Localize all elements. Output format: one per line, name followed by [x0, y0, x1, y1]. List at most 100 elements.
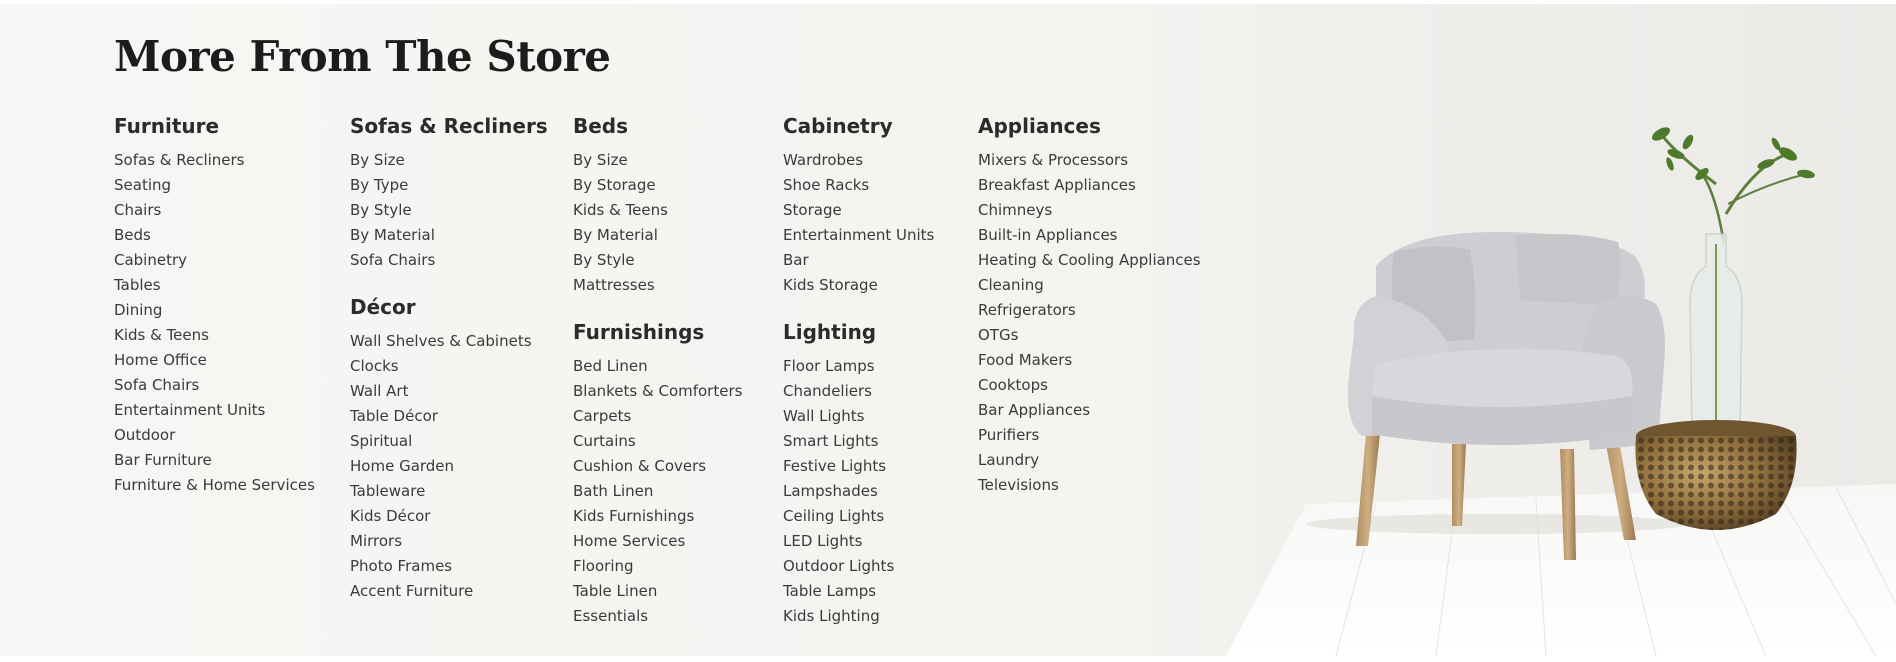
link-item[interactable]: Ceiling Lights — [783, 504, 934, 529]
link-item[interactable]: Kids Storage — [783, 273, 934, 298]
link-list: Bed Linen Blankets & Comforters Carpets … — [573, 354, 742, 629]
link-item[interactable]: Entertainment Units — [783, 223, 934, 248]
link-item[interactable]: By Style — [573, 248, 742, 273]
link-item[interactable]: Sofa Chairs — [350, 248, 548, 273]
link-item[interactable]: Wardrobes — [783, 148, 934, 173]
group-heading-cabinetry[interactable]: Cabinetry — [783, 112, 934, 140]
link-item[interactable]: Outdoor Lights — [783, 554, 934, 579]
link-item[interactable]: Kids & Teens — [573, 198, 742, 223]
link-item[interactable]: Photo Frames — [350, 554, 548, 579]
group-lighting: Lighting Floor Lamps Chandeliers Wall Li… — [783, 318, 934, 629]
link-item[interactable]: Curtains — [573, 429, 742, 454]
link-item[interactable]: Furniture & Home Services — [114, 473, 315, 498]
link-item[interactable]: By Size — [573, 148, 742, 173]
link-item[interactable]: By Size — [350, 148, 548, 173]
link-item[interactable]: Cushion & Covers — [573, 454, 742, 479]
link-item[interactable]: Table Linen — [573, 579, 742, 604]
link-item[interactable]: Kids Décor — [350, 504, 548, 529]
link-item[interactable]: Tableware — [350, 479, 548, 504]
link-item[interactable]: By Storage — [573, 173, 742, 198]
link-item[interactable]: Flooring — [573, 554, 742, 579]
link-item[interactable]: Refrigerators — [978, 298, 1201, 323]
group-heading-decor[interactable]: Décor — [350, 293, 548, 321]
link-list: Mixers & Processors Breakfast Appliances… — [978, 148, 1201, 498]
link-item[interactable]: By Material — [350, 223, 548, 248]
column-cabinetry-lighting: Cabinetry Wardrobes Shoe Racks Storage E… — [783, 112, 934, 629]
link-item[interactable]: By Material — [573, 223, 742, 248]
column-beds-furnishings: Beds By Size By Storage Kids & Teens By … — [573, 112, 742, 629]
link-item[interactable]: Sofa Chairs — [114, 373, 315, 398]
link-item[interactable]: Chandeliers — [783, 379, 934, 404]
group-heading-sofas-recliners[interactable]: Sofas & Recliners — [350, 112, 548, 140]
link-item[interactable]: Smart Lights — [783, 429, 934, 454]
link-item[interactable]: Home Services — [573, 529, 742, 554]
link-item[interactable]: Essentials — [573, 604, 742, 629]
link-item[interactable]: By Type — [350, 173, 548, 198]
group-cabinetry: Cabinetry Wardrobes Shoe Racks Storage E… — [783, 112, 934, 298]
link-item[interactable]: Cleaning — [978, 273, 1201, 298]
link-item[interactable]: Lampshades — [783, 479, 934, 504]
link-item[interactable]: Heating & Cooling Appliances — [978, 248, 1201, 273]
link-item[interactable]: Wall Lights — [783, 404, 934, 429]
link-item[interactable]: Table Lamps — [783, 579, 934, 604]
link-item[interactable]: Bar Furniture — [114, 448, 315, 473]
link-item[interactable]: Bath Linen — [573, 479, 742, 504]
link-item[interactable]: Sofas & Recliners — [114, 148, 315, 173]
link-item[interactable]: Carpets — [573, 404, 742, 429]
link-item[interactable]: OTGs — [978, 323, 1201, 348]
link-item[interactable]: Kids Furnishings — [573, 504, 742, 529]
link-item[interactable]: Chimneys — [978, 198, 1201, 223]
link-item[interactable]: Purifiers — [978, 423, 1201, 448]
link-item[interactable]: By Style — [350, 198, 548, 223]
link-item[interactable]: Home Office — [114, 348, 315, 373]
link-item[interactable]: Wall Art — [350, 379, 548, 404]
link-item[interactable]: Chairs — [114, 198, 315, 223]
link-item[interactable]: Spiritual — [350, 429, 548, 454]
group-heading-beds[interactable]: Beds — [573, 112, 742, 140]
link-item[interactable]: Mixers & Processors — [978, 148, 1201, 173]
link-item[interactable]: Televisions — [978, 473, 1201, 498]
link-item[interactable]: Blankets & Comforters — [573, 379, 742, 404]
group-appliances: Appliances Mixers & Processors Breakfast… — [978, 112, 1201, 498]
group-furniture: Furniture Sofas & Recliners Seating Chai… — [114, 112, 315, 498]
link-item[interactable]: Kids Lighting — [783, 604, 934, 629]
page-title: More From The Store — [114, 32, 611, 81]
link-item[interactable]: Table Décor — [350, 404, 548, 429]
link-item[interactable]: Wall Shelves & Cabinets — [350, 329, 548, 354]
group-decor: Décor Wall Shelves & Cabinets Clocks Wal… — [350, 293, 548, 604]
link-item[interactable]: Home Garden — [350, 454, 548, 479]
link-item[interactable]: Dining — [114, 298, 315, 323]
link-list: Floor Lamps Chandeliers Wall Lights Smar… — [783, 354, 934, 629]
link-item[interactable]: Storage — [783, 198, 934, 223]
link-item[interactable]: Bed Linen — [573, 354, 742, 379]
group-beds: Beds By Size By Storage Kids & Teens By … — [573, 112, 742, 298]
link-item[interactable]: Mirrors — [350, 529, 548, 554]
more-from-store-section: More From The Store Furniture Sofas & Re… — [0, 4, 1896, 656]
link-item[interactable]: LED Lights — [783, 529, 934, 554]
link-item[interactable]: Shoe Racks — [783, 173, 934, 198]
link-item[interactable]: Bar Appliances — [978, 398, 1201, 423]
link-item[interactable]: Breakfast Appliances — [978, 173, 1201, 198]
link-item[interactable]: Cooktops — [978, 373, 1201, 398]
group-heading-appliances[interactable]: Appliances — [978, 112, 1201, 140]
group-furnishings: Furnishings Bed Linen Blankets & Comfort… — [573, 318, 742, 629]
link-item[interactable]: Food Makers — [978, 348, 1201, 373]
group-heading-furnishings[interactable]: Furnishings — [573, 318, 742, 346]
link-item[interactable]: Seating — [114, 173, 315, 198]
link-item[interactable]: Built-in Appliances — [978, 223, 1201, 248]
link-item[interactable]: Cabinetry — [114, 248, 315, 273]
link-item[interactable]: Entertainment Units — [114, 398, 315, 423]
link-item[interactable]: Bar — [783, 248, 934, 273]
link-item[interactable]: Beds — [114, 223, 315, 248]
link-item[interactable]: Kids & Teens — [114, 323, 315, 348]
group-heading-furniture[interactable]: Furniture — [114, 112, 315, 140]
link-item[interactable]: Outdoor — [114, 423, 315, 448]
link-item[interactable]: Clocks — [350, 354, 548, 379]
link-item[interactable]: Accent Furniture — [350, 579, 548, 604]
link-item[interactable]: Tables — [114, 273, 315, 298]
group-heading-lighting[interactable]: Lighting — [783, 318, 934, 346]
link-item[interactable]: Laundry — [978, 448, 1201, 473]
link-item[interactable]: Mattresses — [573, 273, 742, 298]
link-item[interactable]: Floor Lamps — [783, 354, 934, 379]
link-item[interactable]: Festive Lights — [783, 454, 934, 479]
